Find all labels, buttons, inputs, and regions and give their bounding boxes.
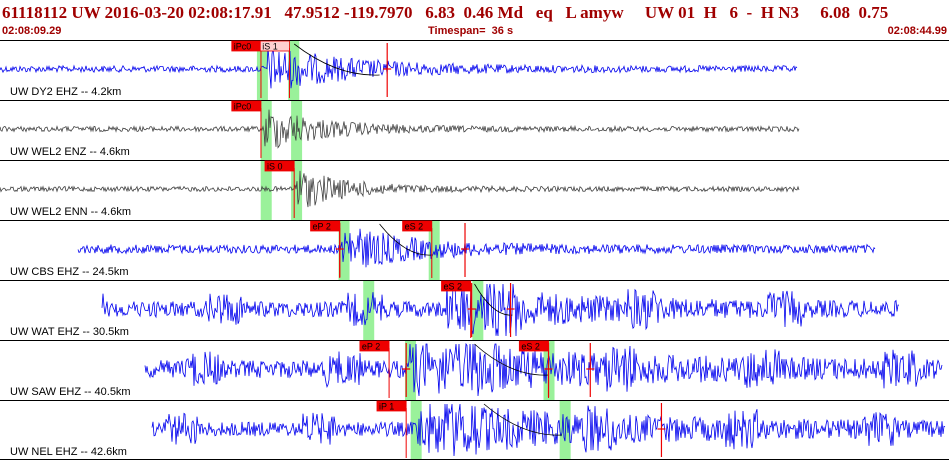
- waveform-trace: [0, 109, 800, 149]
- phase-pick-label: eS 2: [521, 342, 540, 352]
- waveform-trace: [151, 403, 946, 457]
- waveform-trace: [77, 228, 876, 268]
- phase-pick-label: eS 2: [405, 222, 424, 232]
- phase-pick-label: iPc0: [234, 42, 252, 52]
- seismogram-panels: iPc0 iS 1 UW DY2 EHZ -- 4.2km iPc0 UW WEL2 E…: [0, 40, 949, 460]
- timespan-label: Timespan= 36 s: [428, 25, 514, 37]
- channel-label: UW SAW EHZ -- 40.5km: [10, 386, 131, 398]
- waveform-trace: [0, 47, 798, 89]
- waveform-trace: [0, 170, 800, 208]
- start-time-label: 02:08:09.29: [2, 25, 62, 37]
- event-summary-title: 61118112 UW 2016-03-20 02:08:17.91 47.95…: [2, 3, 889, 22]
- channel-label: UW NEL EHZ -- 42.6km: [10, 446, 127, 458]
- channel-label: UW DY2 EHZ -- 4.2km: [10, 86, 121, 98]
- end-time-label: 02:08:44.99: [887, 25, 947, 37]
- phase-pick-label: eP 2: [313, 222, 331, 232]
- phase-pick-label: eS 2: [444, 282, 463, 292]
- phase-pick-label: iS 1: [262, 42, 278, 52]
- phase-pick-label: iP 1: [379, 402, 394, 412]
- channel-label: UW WEL2 ENZ -- 4.6km: [10, 146, 130, 158]
- event-header: 61118112 UW 2016-03-20 02:08:17.91 47.95…: [0, 0, 949, 40]
- channel-label: UW WEL2 ENN -- 4.6km: [10, 206, 131, 218]
- phase-pick-label: iPc0: [234, 102, 252, 112]
- channel-label: UW WAT EHZ -- 30.5km: [10, 326, 129, 338]
- waveform-trace: [101, 283, 900, 337]
- channel-label: UW CBS EHZ -- 24.5km: [10, 266, 129, 278]
- phase-pick-label: iS 0: [267, 162, 283, 172]
- waveform-trace: [144, 342, 943, 397]
- waveform-plot[interactable]: iPc0 iS 1 UW DY2 EHZ -- 4.2km iPc0 UW WEL2 E…: [0, 40, 949, 460]
- phase-pick-label: eP 2: [362, 342, 380, 352]
